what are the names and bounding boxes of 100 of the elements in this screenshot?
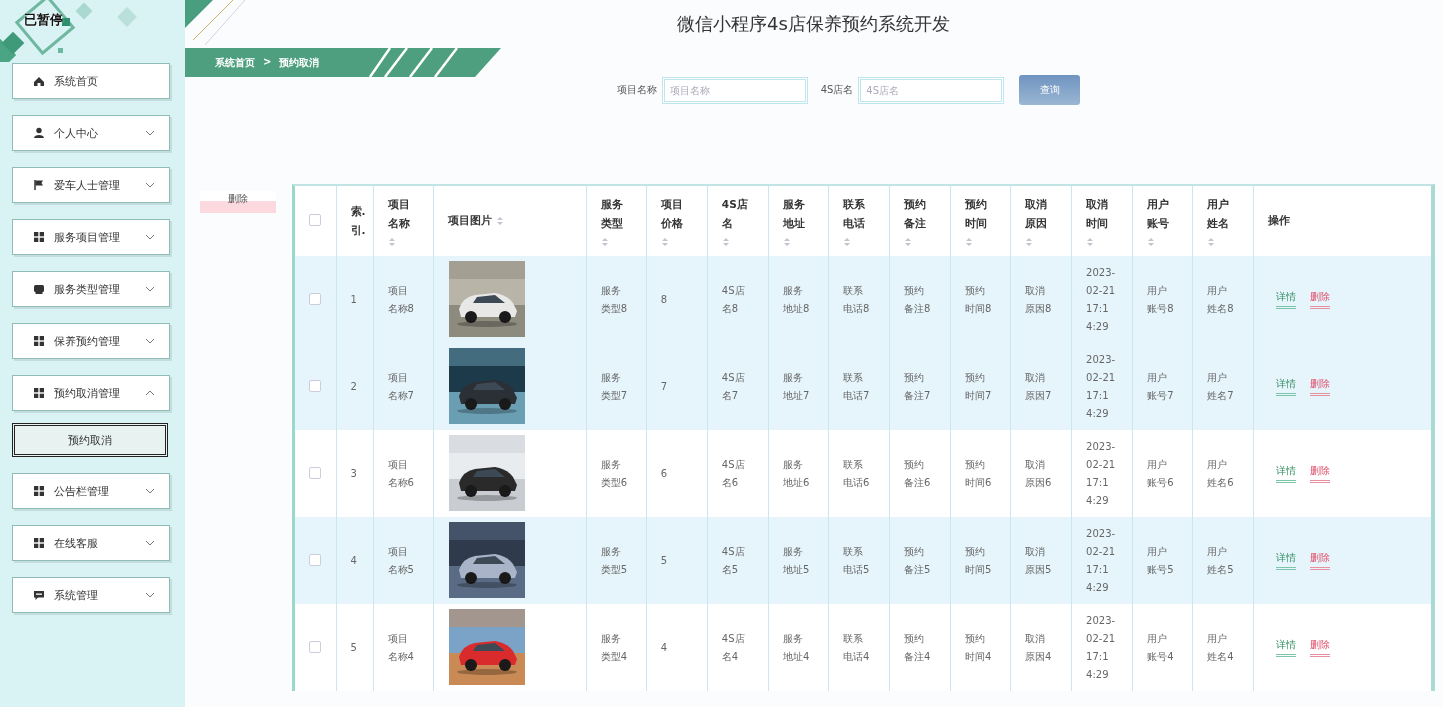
row-checkbox[interactable] [309,292,321,305]
menu-item[interactable]: 保养预约管理 [12,323,170,359]
table-cell-text: 取消原因8 [1025,283,1053,316]
delete-link[interactable]: 删除 [1310,290,1331,309]
table-cell-text: 项目名称5 [387,544,415,577]
paused-label: 已暂停 [24,11,63,29]
table-cell-text: 5 [350,640,358,655]
card-icon [33,283,45,295]
detail-link[interactable]: 详情 [1276,551,1297,570]
table-cell-text: 用户账号4 [1147,631,1175,664]
detail-link[interactable]: 详情 [1276,464,1297,483]
column-header: 预约时间 [965,197,988,231]
table-cell-text: 服务类型4 [600,631,628,664]
menu-item[interactable]: 在线客服 [12,525,170,561]
table-cell-text: 用户账号5 [1147,544,1175,577]
menu-item[interactable]: 系统管理 [12,577,170,613]
row-checkbox[interactable] [309,466,321,479]
detail-link[interactable]: 详情 [1276,377,1297,396]
table-cell-text: 7 [660,379,669,394]
table-cell-text: 1 [350,292,358,307]
table-cell-text: 2023-02-21 17:14:29 [1086,265,1117,334]
table-cell-text: 项目名称8 [387,283,415,316]
column-header: 服务地址 [782,197,806,231]
detail-link[interactable]: 详情 [1276,638,1297,657]
table-cell-text: 2023-02-21 17:14:29 [1086,613,1117,682]
table-cell-text: 4 [350,553,358,568]
row-checkbox[interactable] [309,553,321,566]
table-cell-text: 服务类型5 [600,544,628,577]
home-icon [33,75,45,87]
menu-item[interactable]: 公告栏管理 [12,473,170,509]
column-header: 用户姓名 [1207,197,1231,231]
menu-item[interactable]: 预约取消管理 [12,375,170,411]
menu-item[interactable]: 爱车人士管理 [12,167,170,203]
checkbox[interactable] [309,214,321,226]
menu-item[interactable]: 服务项目管理 [12,219,170,255]
table-cell-text: 预约时间4 [965,631,992,664]
table-cell-text: 4 [660,640,669,655]
submenu-item[interactable]: 预约取消 [12,423,168,457]
table-cell-text: 取消原因5 [1025,544,1053,577]
delete-link[interactable]: 删除 [1310,377,1331,396]
chat-icon [33,589,45,601]
table-cell-text: 预约备注8 [903,283,931,316]
column-header: 服务类型 [600,197,624,231]
delete-link[interactable]: 删除 [1310,464,1331,483]
table-cell-text: 用户账号6 [1147,457,1175,490]
column-header: 用户账号 [1147,197,1171,231]
table-cell-text: 联系电话4 [842,631,870,664]
breadcrumb-separator: > [263,56,272,69]
table-cell-text: 2023-02-21 17:14:29 [1086,439,1117,508]
table-row[interactable]: 4 项目名称5 服务类型5 5 4S店名5 服务地址5 联系电话5 预约备注5 预约时间5 取消原因5 2023-02-21 17:14:29 用户账号5 用户姓名5 详情 删除 [295,517,1431,604]
table-row[interactable]: 2 项目名称7 服务类型7 7 4S店名7 服务地址7 联系电话7 预约备注7 预约时间7 取消原因7 2023-02-21 17:14:29 用户账号7 用户姓名7 详情 删除 [295,343,1431,430]
table-cell-text: 用户姓名4 [1207,631,1235,664]
search-field[interactable]: 项目名称 [661,76,808,104]
grid-icon [33,335,45,347]
breadcrumb-link[interactable]: 系统首页 [215,56,255,70]
grid-icon [33,485,45,497]
person-icon [33,127,45,139]
table-cell-text: 4S店名6 [721,457,746,490]
table-cell-text: 用户账号8 [1147,283,1175,316]
table-cell-text: 用户姓名6 [1207,457,1235,490]
column-header: 取消时间 [1086,197,1110,231]
table-cell-text: 取消原因7 [1025,370,1053,403]
field-label: 4S店名 [820,83,854,97]
table-cell-text: 服务类型6 [600,457,628,490]
table-cell-text: 2023-02-21 17:14:29 [1086,352,1117,421]
delete-button[interactable]: 删除 [200,191,276,213]
table-row[interactable]: 5 项目名称4 服务类型4 4 4S店名4 服务地址4 联系电话4 预约备注4 预约时间4 取消原因4 2023-02-21 17:14:29 用户账号4 用户姓名4 详情 删除 [295,604,1431,691]
delete-link[interactable]: 删除 [1310,551,1331,570]
breadcrumb-link[interactable]: 预约取消 [279,56,320,70]
table-cell-text: 2 [350,379,358,394]
table-cell-text: 3 [350,466,358,481]
table-cell-text: 项目名称7 [387,370,415,403]
table-cell-text: 预约时间5 [965,544,992,577]
table-cell-text: 服务类型8 [600,283,628,316]
menu-item[interactable]: 服务类型管理 [12,271,170,307]
row-checkbox[interactable] [309,379,321,392]
search-field[interactable]: 4S店名 [858,76,1005,104]
table-cell-text: 8 [660,292,669,307]
menu-item[interactable]: 系统首页 [12,63,170,99]
column-header: 项目名称 [387,197,411,231]
table-cell-text: 服务地址5 [782,544,810,577]
table-cell-text: 2023-02-21 17:14:29 [1086,526,1117,595]
table-cell-text: 预约备注6 [903,457,931,490]
table-cell-text: 联系电话5 [842,544,870,577]
table-cell-text: 联系电话6 [842,457,870,490]
grid-icon [33,537,45,549]
table-row[interactable]: 1 项目名称8 服务类型8 8 4S店名8 服务地址8 联系电话8 预约备注8 预约时间8 取消原因8 2023-02-21 17:14:29 用户账号8 用户姓名8 详情 删除 [295,256,1431,343]
grid-icon [33,231,45,243]
column-header: 4S店名 [721,197,748,231]
menu-item[interactable]: 个人中心 [12,115,170,151]
detail-link[interactable]: 详情 [1276,290,1297,309]
column-header: 索.引. [350,204,367,238]
field-label: 项目名称 [616,83,657,97]
table-cell-text: 6 [660,466,669,481]
table-cell-text: 项目名称6 [387,457,415,490]
delete-link[interactable]: 删除 [1310,638,1331,657]
table-cell-text: 联系电话7 [842,370,870,403]
table-row[interactable]: 3 项目名称6 服务类型6 6 4S店名6 服务地址6 联系电话6 预约备注6 预约时间6 取消原因6 2023-02-21 17:14:29 用户账号6 用户姓名6 详情 删除 [295,430,1431,517]
table-cell-text: 4S店名5 [721,544,746,577]
row-checkbox[interactable] [309,640,321,653]
